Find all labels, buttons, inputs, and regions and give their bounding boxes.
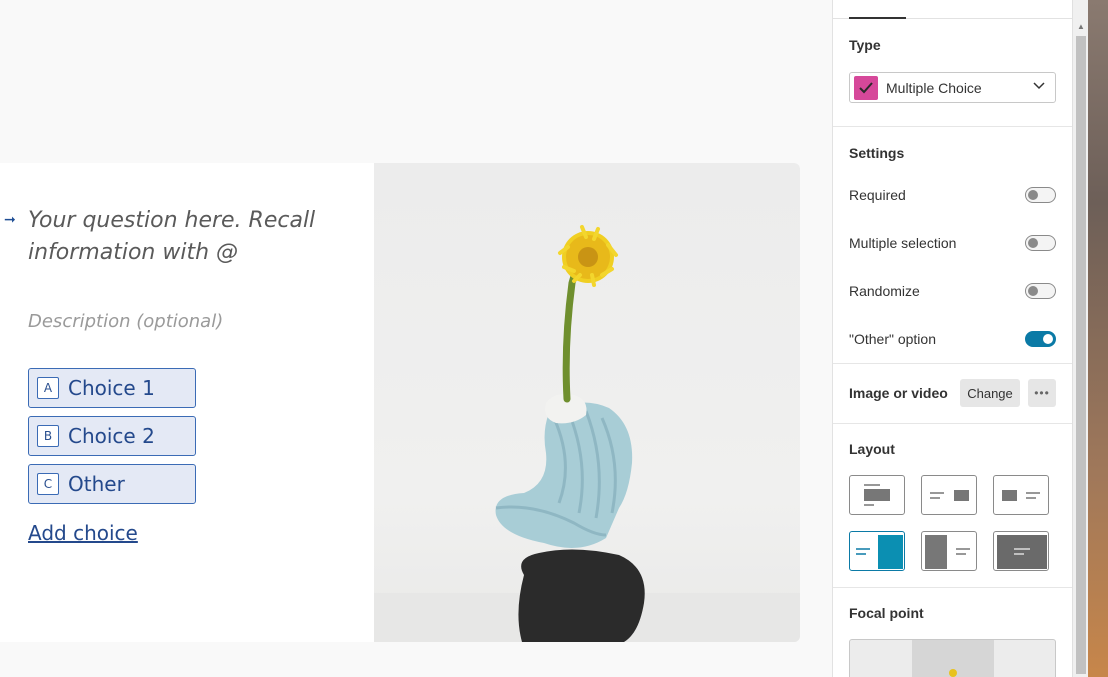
layout-heading: Layout (849, 441, 895, 457)
question-area: ➞ Your question here. Recall information… (0, 163, 374, 642)
focal-point-picker[interactable] (849, 639, 1056, 677)
layout-split-right-icon (856, 535, 903, 569)
layout-float-left-icon (1002, 490, 1040, 501)
required-toggle[interactable] (1025, 187, 1056, 203)
choice-key: C (37, 473, 59, 495)
required-label: Required (849, 187, 906, 203)
more-options-icon[interactable]: ••• (1028, 379, 1056, 407)
choice-label[interactable]: Other (68, 472, 125, 496)
panel-scrollbar[interactable]: ▲ (1072, 0, 1088, 677)
focal-heading: Focal point (849, 605, 924, 621)
multiple-selection-toggle[interactable] (1025, 235, 1056, 251)
choice-a[interactable]: A Choice 1 (28, 368, 196, 408)
question-type-select[interactable]: Multiple Choice (849, 72, 1056, 103)
question-title[interactable]: Your question here. Recall information w… (28, 205, 328, 269)
choice-label[interactable]: Choice 2 (68, 424, 155, 448)
question-arrow-icon: ➞ (4, 211, 16, 227)
multiple-selection-label: Multiple selection (849, 235, 957, 251)
layout-option-split-left[interactable] (921, 531, 977, 571)
change-media-button[interactable]: Change (960, 379, 1020, 407)
question-type-value: Multiple Choice (886, 79, 982, 96)
choice-b[interactable]: B Choice 2 (28, 416, 196, 456)
randomize-toggle[interactable] (1025, 283, 1056, 299)
layout-option-wallpaper[interactable] (993, 531, 1049, 571)
layout-option-float-right[interactable] (921, 475, 977, 515)
form-canvas: ➞ Your question here. Recall information… (0, 0, 832, 677)
layout-split-left-icon (925, 535, 970, 569)
question-image (374, 163, 800, 642)
choice-key: B (37, 425, 59, 447)
choice-label[interactable]: Choice 1 (68, 376, 155, 400)
choice-key: A (37, 377, 59, 399)
layout-option-split-right[interactable] (849, 531, 905, 571)
chevron-down-icon (1033, 82, 1045, 90)
layout-option-float-left[interactable] (993, 475, 1049, 515)
choice-c[interactable]: C Other (28, 464, 196, 504)
settings-panel: Type Multiple Choice Settings Required M… (832, 0, 1073, 677)
layout-float-right-icon (930, 490, 969, 501)
scroll-up-icon[interactable]: ▲ (1077, 22, 1085, 31)
desktop-wallpaper (1088, 0, 1108, 677)
other-option-toggle[interactable] (1025, 331, 1056, 347)
checkmark-icon (854, 75, 878, 100)
question-card: ➞ Your question here. Recall information… (0, 163, 800, 642)
scrollbar-thumb[interactable] (1076, 36, 1086, 674)
layout-wallpaper-icon (997, 535, 1047, 569)
add-choice-link[interactable]: Add choice (28, 521, 138, 545)
focal-thumbnail (912, 640, 994, 677)
media-heading: Image or video (849, 385, 948, 401)
flower-vase-illustration (374, 225, 800, 642)
layout-option-stack[interactable] (849, 475, 905, 515)
layout-stack-icon (864, 484, 890, 506)
other-option-label: "Other" option (849, 331, 936, 347)
randomize-label: Randomize (849, 283, 920, 299)
settings-heading: Settings (849, 145, 905, 161)
question-description[interactable]: Description (optional) (28, 311, 223, 332)
type-heading: Type (849, 37, 881, 53)
